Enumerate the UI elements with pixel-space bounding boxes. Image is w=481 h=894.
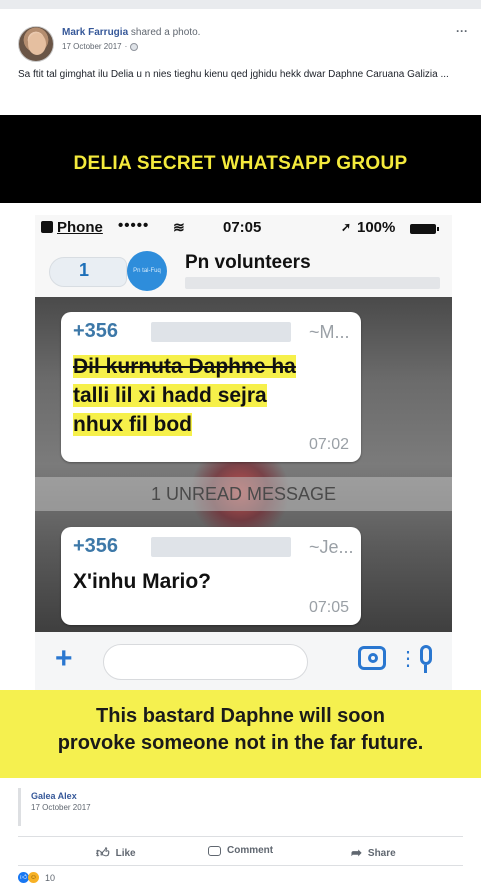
signal-dots: •••••	[118, 217, 150, 234]
wifi-icon: ≋	[173, 219, 185, 235]
sender-number-redacted	[151, 322, 291, 342]
attribution-name[interactable]: Galea Alex	[31, 791, 77, 801]
sender-alias: ~M...	[309, 322, 350, 342]
battery-percent: 100%	[357, 219, 396, 236]
location-arrow-icon: ➚	[341, 220, 352, 234]
avatar-face	[28, 33, 46, 55]
photo-attribution: Galea Alex 17 October 2017	[18, 788, 458, 826]
sender-phone: +356	[73, 535, 119, 557]
action-bar: 👍︎ Like Comment ➦ Share	[18, 836, 463, 866]
phone-status-bar: Phone ••••• ≋ 07:05 ➚ 100%	[35, 215, 452, 243]
attribution-date[interactable]: 17 October 2017	[31, 803, 91, 812]
more-options-icon[interactable]: ···	[456, 24, 468, 38]
post-meta: 17 October 2017 ·	[62, 42, 139, 51]
chat-header: 1 Pn tal-Fuq Pn volunteers	[35, 243, 452, 295]
group-avatar: Pn tal-Fuq	[127, 251, 167, 291]
bottom-banner-line: provoke someone not in the far future.	[57, 732, 424, 754]
author-name-link[interactable]: Mark Farrugia	[62, 27, 128, 38]
share-button[interactable]: ➦ Share	[351, 845, 396, 861]
post-date[interactable]: 17 October 2017	[62, 42, 122, 51]
like-label: Like	[115, 847, 136, 859]
message-text: X'inhu Mario?	[73, 570, 211, 593]
bottom-banner-text: This bastard Daphne will soon provoke so…	[0, 703, 481, 757]
share-icon: ➦	[351, 845, 362, 860]
sender-number-redacted	[151, 537, 291, 557]
plus-icon: +	[55, 642, 73, 675]
message-line: Dil kurnuta Daphne ha	[73, 355, 296, 378]
sender-alias: ~Je...	[309, 537, 354, 557]
top-separator	[0, 0, 481, 9]
more-vertical-icon: ⋮	[398, 648, 418, 670]
share-label: Share	[367, 847, 396, 859]
chat-area: +356 ~M... Dil kurnuta Daphne ha talli l…	[35, 297, 452, 632]
unread-divider: 1 UNREAD MESSAGE	[35, 477, 452, 511]
group-name: Pn volunteers	[185, 252, 311, 273]
separator-dot: ·	[124, 42, 128, 51]
microphone-icon	[420, 645, 432, 665]
image-top-banner[interactable]: DELIA SECRET WHATSAPP GROUP	[0, 115, 481, 203]
message-time: 07:05	[308, 599, 349, 616]
top-banner-text: DELIA SECRET WHATSAPP GROUP	[73, 153, 408, 174]
camera-icon	[358, 646, 386, 670]
battery-tip	[437, 227, 439, 231]
phone-screenshot[interactable]: Phone ••••• ≋ 07:05 ➚ 100% 1 Pn tal-Fuq …	[35, 215, 452, 690]
comment-label: Comment	[227, 845, 274, 856]
wow-reaction-icon: ☺	[28, 872, 39, 883]
message-bubble: +356 ~M... Dil kurnuta Daphne ha talli l…	[61, 312, 361, 462]
post-text: Sa ftit tal gimghat ilu Delia u n nies t…	[18, 69, 449, 80]
back-to-app-icon	[41, 221, 53, 233]
microphone-stand	[424, 665, 427, 673]
bottom-banner-line: This bastard Daphne will soon	[96, 705, 385, 727]
status-time: 07:05	[223, 219, 262, 236]
message-line: talli lil xi hadd sejra	[73, 384, 267, 407]
reaction-count: 10	[45, 872, 56, 883]
message-input	[103, 644, 308, 680]
camera-lens	[368, 653, 378, 663]
carrier-label: Phone	[57, 219, 103, 236]
author-line: Mark Farrugia shared a photo.	[62, 27, 200, 38]
message-text: Dil kurnuta Daphne ha talli lil xi hadd …	[73, 352, 353, 439]
group-members-redacted	[185, 277, 440, 289]
battery-icon	[410, 224, 436, 234]
shared-action-text: shared a photo.	[130, 27, 201, 38]
sender-phone: +356	[73, 320, 119, 342]
globe-icon	[130, 42, 139, 51]
back-unread-count: 1	[79, 260, 90, 280]
author-avatar[interactable]	[18, 26, 54, 62]
comment-icon	[208, 845, 221, 856]
comment-button[interactable]: Comment	[208, 845, 273, 856]
like-button[interactable]: 👍︎ Like	[96, 845, 136, 861]
message-bubble: +356 ~Je... X'inhu Mario? 07:05	[61, 527, 361, 625]
image-bottom-banner[interactable]: This bastard Daphne will soon provoke so…	[0, 690, 481, 778]
chat-input-bar: + ⋮	[35, 632, 452, 690]
reactions-summary[interactable]: 👍︎ ☺ 10	[18, 872, 55, 883]
thumbs-up-icon: 👍︎	[96, 845, 110, 860]
post-header: Mark Farrugia shared a photo. 17 October…	[18, 22, 468, 62]
message-time: 07:02	[308, 436, 349, 453]
message-line: nhux fil bod	[73, 413, 192, 436]
